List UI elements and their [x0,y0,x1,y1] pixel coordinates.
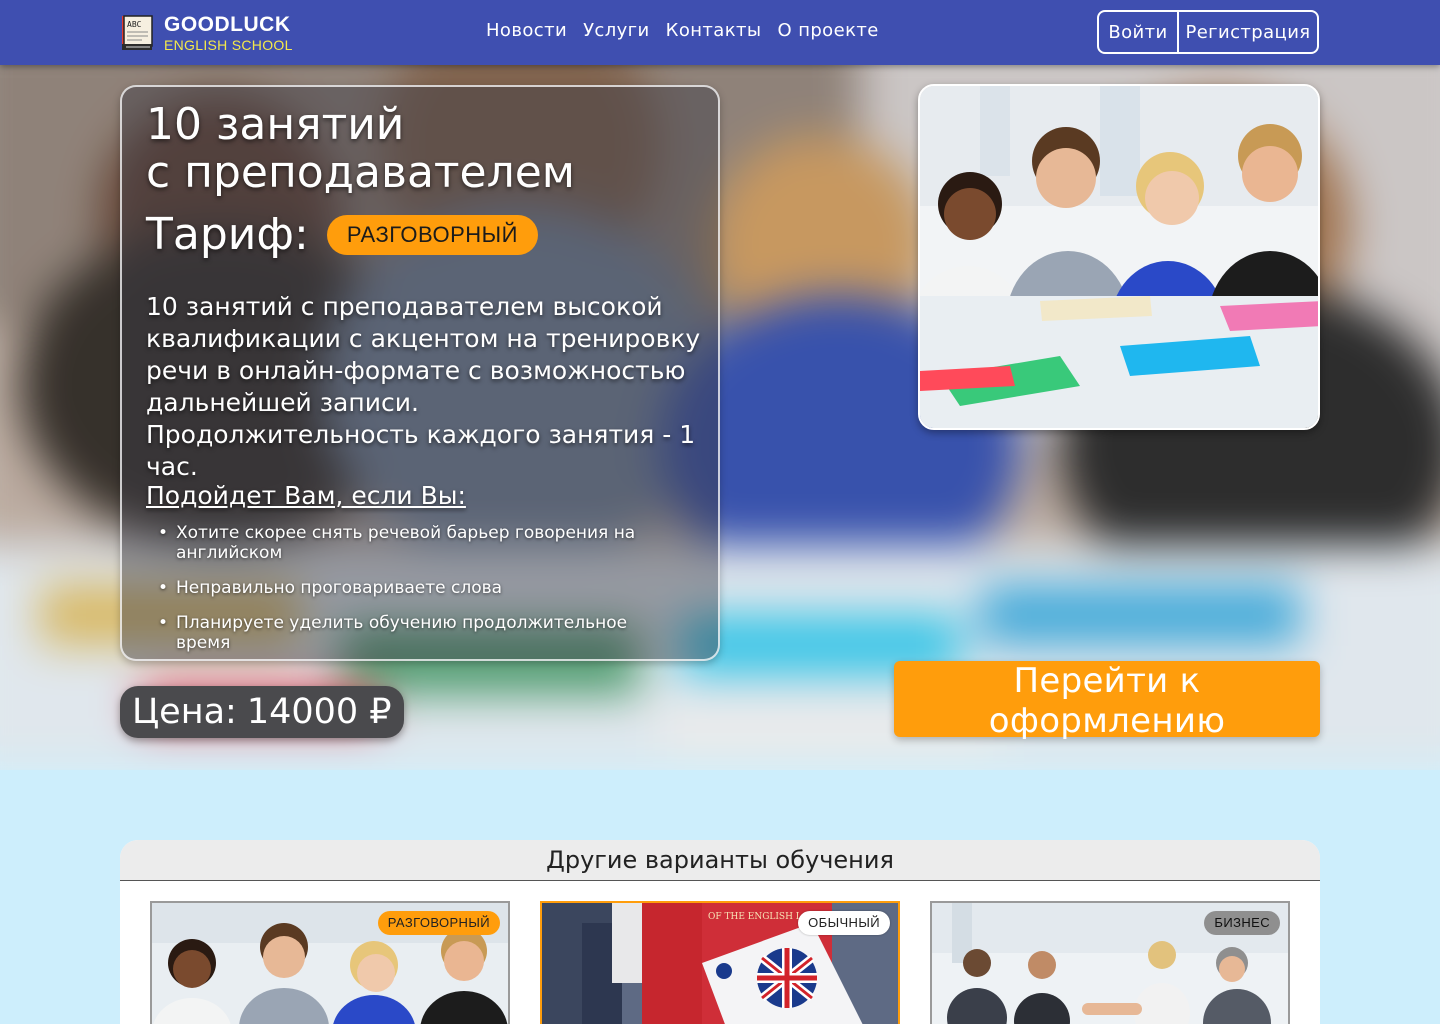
checkout-button[interactable]: Перейти к оформлению [894,661,1320,741]
list-item: Неправильно проговариваете слова [158,578,676,598]
hero-section: 10 занятий с преподавателем Тариф: РАЗГО… [0,65,1440,770]
main-nav: Новости Услуги Контакты О проекте [486,20,879,41]
logo[interactable]: ABC GOODLUCK ENGLISH SCHOOL [120,12,293,54]
site-header: ABC GOODLUCK ENGLISH SCHOOL Новости Услу… [0,0,1440,65]
tariff-description: 10 занятий с преподавателем высокой квал… [146,292,701,481]
other-options-title: Другие варианты обучения [120,840,1320,881]
students-photo [918,84,1320,430]
login-button[interactable]: Войти [1099,12,1179,52]
tariff-badge: РАЗГОВОРНЫЙ [326,215,538,255]
register-button[interactable]: Регистрация [1179,12,1317,52]
logo-subtitle: ENGLISH SCHOOL [164,37,293,53]
logo-title: GOODLUCK [164,13,291,36]
price-value: 14000 ₽ [246,692,392,732]
auth-buttons: Войти Регистрация [1097,10,1319,54]
price-label: Цена: [132,692,237,732]
svg-text:ABC: ABC [127,20,142,29]
nav-link-news[interactable]: Новости [486,20,567,41]
price-badge: Цена: 14000 ₽ [120,686,404,738]
list-item: Хотите скорее снять речевой барьер говор… [158,523,676,563]
option-card-regular[interactable]: ОБЫЧНЫЙ OF THE ENGLISH LANGUAGE [540,901,900,1024]
list-item: Планируете уделить обучению продолжитель… [158,613,676,653]
suitable-title: Подойдет Вам, если Вы: [146,481,466,510]
card-badge: РАЗГОВОРНЫЙ [377,911,500,935]
book-logo-icon: ABC [120,14,156,52]
suitable-list: Хотите скорее снять речевой барьер говор… [158,523,676,668]
nav-link-contacts[interactable]: Контакты [666,20,762,41]
tariff-info-card: 10 занятий с преподавателем Тариф: РАЗГО… [120,85,720,661]
option-card-business[interactable]: БИЗНЕС [930,901,1290,1024]
tariff-row: Тариф: РАЗГОВОРНЫЙ [146,211,538,259]
other-options-section: Другие варианты обучения РАЗГОВОРНЫЙ ОБЫ… [120,840,1320,1024]
tariff-label: Тариф: [146,209,309,260]
card-badge: ОБЫЧНЫЙ [798,911,890,935]
nav-link-services[interactable]: Услуги [583,20,650,41]
card-badge: БИЗНЕС [1204,911,1280,935]
page-title: 10 занятий с преподавателем [146,99,575,198]
nav-link-about[interactable]: О проекте [778,20,879,41]
option-card-conversational[interactable]: РАЗГОВОРНЫЙ [150,901,510,1024]
